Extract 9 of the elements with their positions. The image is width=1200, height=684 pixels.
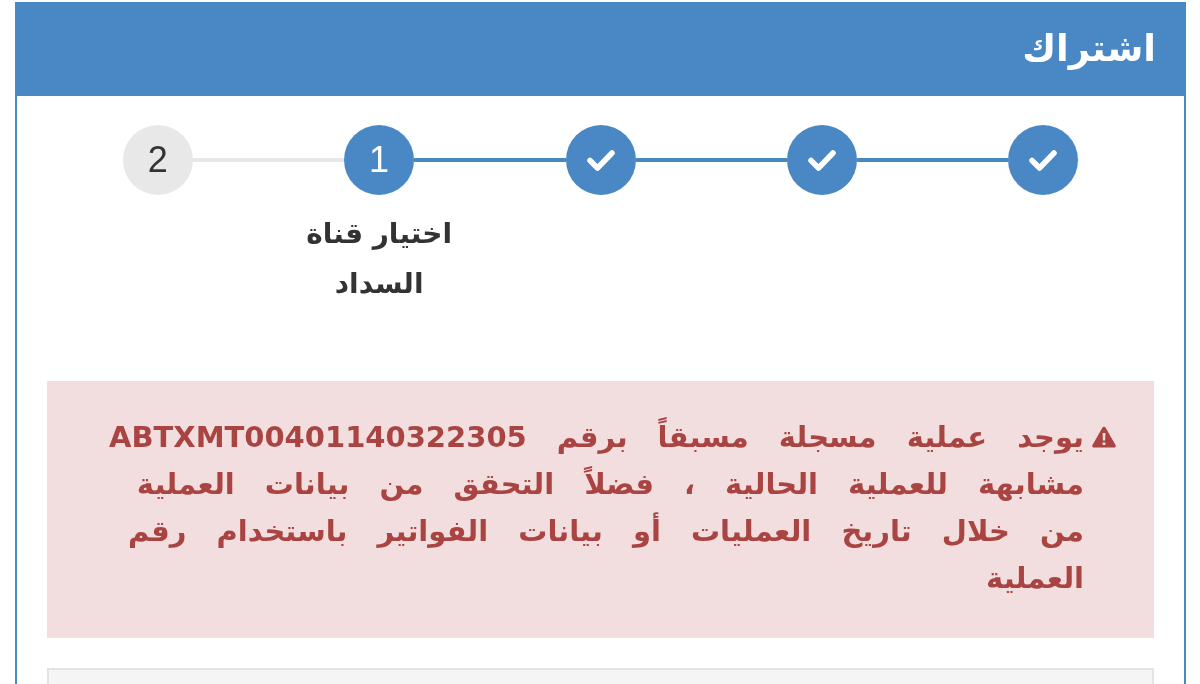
panel-title: اشتراك xyxy=(1022,26,1156,72)
check-icon xyxy=(806,148,837,172)
warning-icon xyxy=(1092,426,1116,448)
check-icon xyxy=(585,148,616,172)
check-icon xyxy=(1028,148,1059,172)
step-circle: 2 xyxy=(122,125,193,195)
step-circle: 1 xyxy=(344,125,415,195)
alert-text: يوجد عملية مسجلة مسبقاً برقم ABTXMT00401140322305 مشابهة للعملية الحالية ، فضلاً التحقق من بيانات العملية من خلال تاريخ العمليات أو بيانات الفواتير باستخدام رقم العملية xyxy=(88,414,1084,602)
step-label: اختيار قناة السداد xyxy=(305,216,453,302)
